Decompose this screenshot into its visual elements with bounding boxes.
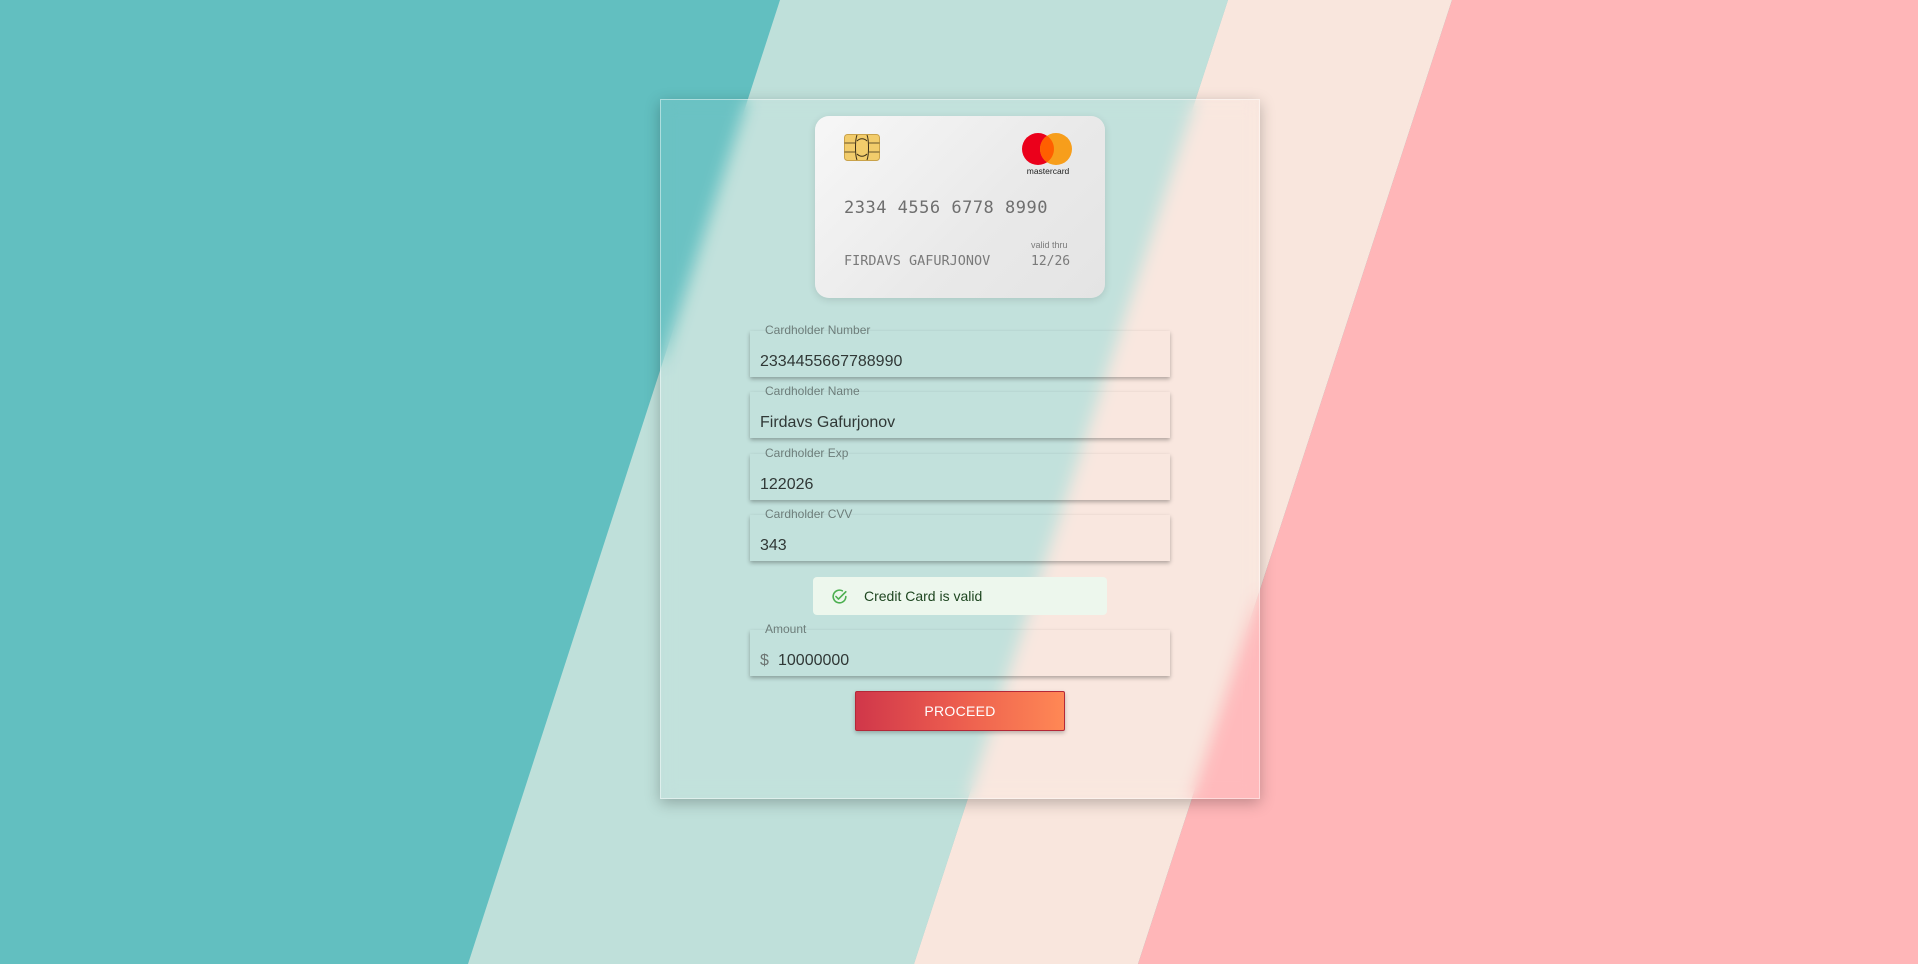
- cardholder-cvv-input[interactable]: 343: [760, 537, 787, 555]
- card-holder-display: FIRDAVS GAFURJONOV: [844, 253, 991, 269]
- cardholder-exp-label: Cardholder Exp: [765, 446, 849, 460]
- chip-icon: [844, 134, 880, 161]
- mastercard-logo-icon: mastercard: [1020, 133, 1076, 178]
- amount-label: Amount: [765, 622, 807, 636]
- card-expiry-display: 12/26: [1031, 254, 1071, 269]
- credit-card-preview: mastercard 2334 4556 6778 8990 FIRDAVS G…: [815, 116, 1105, 298]
- cardholder-name-input[interactable]: Firdavs Gafurjonov: [760, 414, 895, 432]
- currency-symbol: $: [760, 652, 769, 669]
- valid-thru-label: valid thru: [1031, 240, 1068, 250]
- cardholder-cvv-field[interactable]: Cardholder CVV 343: [750, 507, 1170, 561]
- cardholder-number-field[interactable]: Cardholder Number 2334455667788990: [750, 323, 1170, 377]
- card-brand-text: mastercard: [1026, 166, 1070, 176]
- proceed-button[interactable]: PROCEED: [855, 691, 1065, 731]
- cardholder-number-input[interactable]: 2334455667788990: [760, 353, 902, 371]
- cardholder-name-field[interactable]: Cardholder Name Firdavs Gafurjonov: [750, 384, 1170, 438]
- cardholder-number-label: Cardholder Number: [765, 323, 871, 337]
- amount-input[interactable]: 10000000: [778, 652, 849, 670]
- cardholder-name-label: Cardholder Name: [765, 384, 860, 398]
- cardholder-exp-field[interactable]: Cardholder Exp 122026: [750, 446, 1170, 500]
- amount-field[interactable]: Amount $ 10000000: [750, 622, 1170, 676]
- check-circle-icon: [832, 589, 847, 604]
- card-number-display: 2334 4556 6778 8990: [844, 198, 1048, 218]
- alert-message: Credit Card is valid: [864, 588, 983, 604]
- cardholder-exp-input[interactable]: 122026: [760, 476, 813, 494]
- card-valid-alert: Credit Card is valid: [813, 577, 1107, 615]
- cardholder-cvv-label: Cardholder CVV: [765, 507, 853, 521]
